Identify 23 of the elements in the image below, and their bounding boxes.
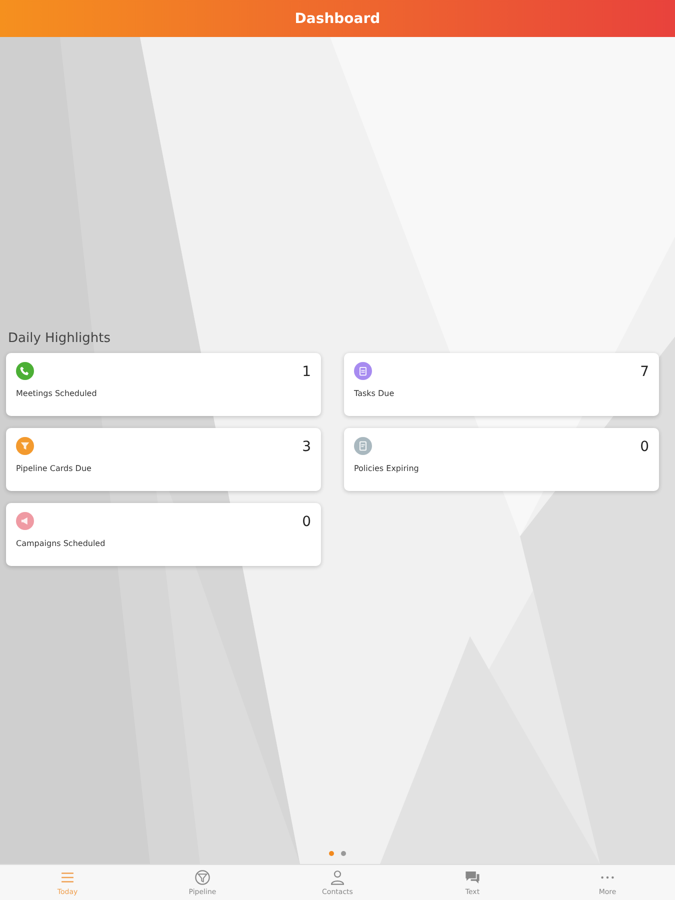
highlight-card[interactable]: 0 Campaigns Scheduled xyxy=(6,503,321,566)
card-label: Policies Expiring xyxy=(354,464,419,473)
count-value: 1 xyxy=(302,364,311,380)
count-value: 0 xyxy=(302,514,311,530)
card-label: Pipeline Cards Due xyxy=(16,464,92,473)
highlight-card[interactable]: 0 Policies Expiring xyxy=(344,428,659,491)
card-label: Campaigns Scheduled xyxy=(16,539,106,548)
page-dot[interactable] xyxy=(329,851,334,856)
card-label: Tasks Due xyxy=(354,389,394,398)
funnel-icon xyxy=(194,869,211,886)
page-title: Dashboard xyxy=(294,10,380,26)
more-icon xyxy=(601,876,614,879)
card-label: Meetings Scheduled xyxy=(16,389,97,398)
highlight-card[interactable]: 7 Tasks Due xyxy=(344,353,659,416)
count-value: 0 xyxy=(640,439,649,455)
count-value: 7 xyxy=(640,364,649,380)
page-dot[interactable] xyxy=(341,851,346,856)
highlight-card[interactable]: 3 Pipeline Cards Due xyxy=(6,428,321,491)
highlight-card[interactable]: 1 Meetings Scheduled xyxy=(6,353,321,416)
section-title: Daily Highlights xyxy=(8,331,110,346)
chat-icon xyxy=(464,869,481,886)
person-icon xyxy=(329,869,346,886)
count-value: 3 xyxy=(302,439,311,455)
